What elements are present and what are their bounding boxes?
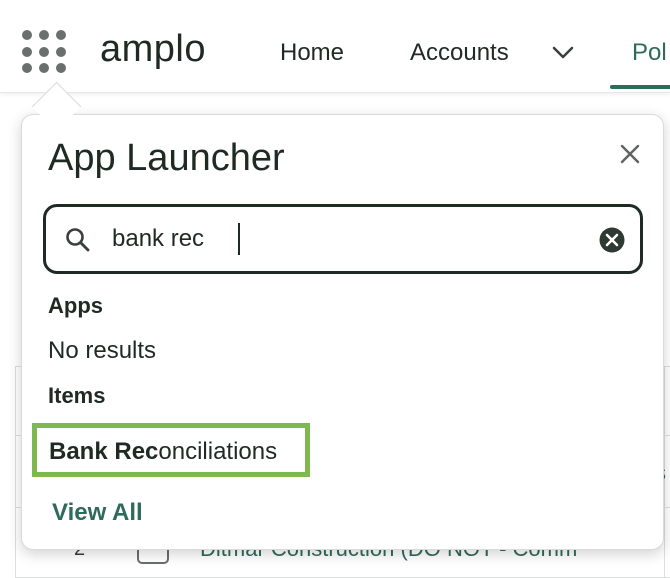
nav-tab-policies[interactable]: Pol bbox=[632, 39, 667, 67]
waffle-dot bbox=[22, 63, 32, 74]
search-icon bbox=[66, 228, 90, 252]
view-all-link[interactable]: View All bbox=[52, 499, 143, 527]
text-cursor bbox=[238, 223, 240, 255]
item-result-bank-reconciliations[interactable]: Bank Reconciliations bbox=[32, 423, 310, 477]
waffle-dot bbox=[56, 46, 66, 57]
launcher-search-input[interactable] bbox=[112, 221, 572, 257]
waffle-dot bbox=[56, 63, 66, 74]
waffle-dot bbox=[22, 30, 32, 40]
nav-tab-accounts[interactable]: Accounts bbox=[410, 39, 509, 67]
nav-tab-home[interactable]: Home bbox=[280, 39, 344, 67]
top-nav-bar: amplo Home Accounts Pol bbox=[0, 0, 670, 93]
clear-icon[interactable] bbox=[598, 226, 626, 254]
waffle-dot bbox=[56, 30, 66, 40]
waffle-dot bbox=[39, 63, 49, 74]
close-icon[interactable] bbox=[618, 142, 642, 166]
item-result-label: Bank Reconciliations bbox=[49, 438, 277, 466]
active-tab-indicator bbox=[610, 85, 670, 89]
item-result-rest: onciliations bbox=[158, 438, 278, 465]
launcher-search-box[interactable] bbox=[43, 204, 643, 274]
launcher-title: App Launcher bbox=[48, 137, 285, 179]
items-section-heading: Items bbox=[48, 383, 106, 408]
waffle-dot bbox=[39, 30, 49, 40]
item-result-match: Bank Rec bbox=[49, 438, 159, 465]
app-launcher-panel: App Launcher Apps No results Items Bank … bbox=[21, 114, 664, 550]
chevron-down-icon[interactable] bbox=[551, 45, 575, 61]
app-launcher-waffle-icon[interactable] bbox=[22, 30, 68, 74]
waffle-dot bbox=[22, 46, 32, 57]
app-name: amplo bbox=[100, 28, 206, 70]
apps-no-results: No results bbox=[48, 337, 157, 364]
apps-section-heading: Apps bbox=[48, 293, 103, 318]
waffle-dot bbox=[39, 46, 49, 57]
